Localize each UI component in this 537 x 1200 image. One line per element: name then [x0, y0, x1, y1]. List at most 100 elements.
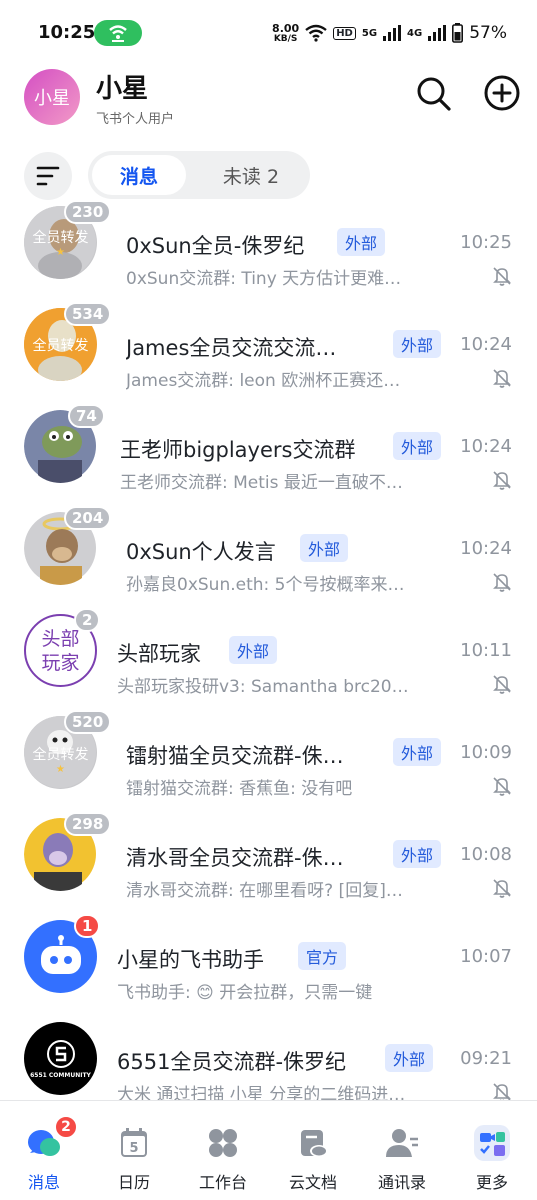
external-tag: 外部: [300, 534, 349, 562]
nav-unread-badge: 2: [54, 1115, 78, 1139]
star-icon: ★: [56, 764, 65, 775]
external-tag: 外部: [393, 840, 442, 868]
chat-preview: James交流群: leon 欧洲杯正赛还…: [126, 371, 401, 391]
user-avatar[interactable]: 小星: [24, 69, 80, 125]
chat-preview: 孙嘉良0xSun.eth: 5个号按概率来…: [126, 575, 405, 595]
mute-bell-icon: [493, 471, 511, 490]
external-tag: 外部: [393, 432, 442, 460]
chat-title: 0xSun全员-侏罗纪: [126, 234, 305, 258]
nav-label: 工作台: [198, 1173, 247, 1192]
chat-row[interactable]: 6551 COMMUNITY 6551全员交流群-侏罗纪 外部 09:21 大米…: [0, 1008, 537, 1104]
avatar-label: 头部玩家: [41, 627, 80, 674]
unread-count-badge: 230: [64, 200, 112, 224]
avatar-label: 全员转发: [32, 230, 89, 246]
unread-count-badge: 2: [74, 608, 101, 632]
chat-time: 10:11: [460, 640, 512, 661]
external-tag: 外部: [229, 636, 278, 664]
search-icon[interactable]: [414, 74, 452, 112]
chat-title: 镭射猫全员交流群-侏…: [126, 744, 344, 768]
unread-count-badge: 520: [64, 710, 112, 734]
tab-messages[interactable]: 消息: [92, 155, 186, 195]
nav-label: 更多: [475, 1173, 508, 1192]
star-icon: ★: [56, 247, 65, 258]
nav-messages[interactable]: 2 消息: [4, 1115, 84, 1193]
chat-time: 09:21: [460, 1048, 512, 1069]
unread-count-badge: 298: [64, 812, 112, 836]
chat-preview: 飞书助手: 😊 开会拉群，只需一键: [117, 983, 373, 1003]
nav-label: 消息: [27, 1173, 60, 1192]
signal-bars-icon: [428, 25, 447, 41]
chat-preview: 王老师交流群: Metis 最近一直破不…: [120, 473, 403, 493]
status-bar: 10:25 8.00 KB/S HD 5G 4G 57%: [0, 0, 537, 64]
avatar-label: 6551 COMMUNITY: [30, 1071, 91, 1079]
group-avatar: 6551 COMMUNITY: [24, 1022, 97, 1095]
chat-title: 王老师bigplayers交流群: [120, 438, 356, 462]
signal-4g-label: 4G: [407, 27, 423, 39]
chat-time: 10:07: [460, 946, 512, 967]
chat-row[interactable]: 头部玩家 2 头部玩家 外部 10:11 头部玩家投研v3: Samantha …: [0, 600, 537, 702]
nav-contacts[interactable]: 通讯录: [362, 1125, 442, 1193]
mute-bell-icon: [493, 879, 511, 898]
chat-time: 10:25: [460, 232, 512, 253]
external-tag: 外部: [337, 228, 386, 256]
add-icon[interactable]: [483, 74, 521, 112]
chat-row[interactable]: 全员转发 ★ 520 镭射猫全员交流群-侏… 外部 10:09 镭射猫交流群: …: [0, 702, 537, 804]
calendar-day: 5: [129, 1141, 138, 1156]
chat-row[interactable]: 1 小星的飞书助手 官方 10:07 飞书助手: 😊 开会拉群，只需一键: [0, 906, 537, 1008]
chat-row[interactable]: 全员转发 534 James全员交流交流… 外部 10:24 James交流群:…: [0, 294, 537, 396]
user-subtitle: 飞书个人用户: [96, 112, 175, 127]
nav-workplace[interactable]: 工作台: [183, 1125, 263, 1193]
chat-title: 0xSun个人发言: [126, 540, 276, 564]
wifi-icon: [305, 24, 327, 42]
chat-preview: 头部玩家投研v3: Samantha brc20…: [117, 677, 409, 697]
signal-bars-icon: [383, 25, 402, 41]
chat-list: 全员转发 ★ 230 0xSun全员-侏罗纪 外部 10:25 0xSun交流群…: [0, 192, 537, 1104]
chat-title: 小星的飞书助手: [117, 948, 264, 972]
unread-count-badge: 204: [64, 506, 112, 530]
battery-percent: 57%: [469, 23, 507, 43]
app-header: 小星 小星 飞书个人用户: [0, 64, 537, 144]
calendar-icon: 5: [121, 1128, 147, 1157]
net-speed: 8.00 KB/S: [272, 21, 300, 44]
external-tag: 外部: [393, 330, 442, 358]
chat-preview: 0xSun交流群: Tiny 天方估计更难…: [126, 269, 402, 289]
chat-title: 头部玩家: [117, 642, 201, 666]
wifi-call-icon: [109, 25, 127, 42]
mute-bell-icon: [493, 777, 511, 796]
bottom-nav: 2 消息 5 日历 工作台 云文档 通讯录 更多: [0, 1100, 537, 1200]
chat-row[interactable]: 74 王老师bigplayers交流群 外部 10:24 王老师交流群: Met…: [0, 396, 537, 498]
unread-count-badge: 534: [64, 302, 112, 326]
more-apps-icon: [480, 1132, 505, 1156]
nav-calendar[interactable]: 5 日历: [94, 1125, 174, 1193]
user-name[interactable]: 小星: [96, 68, 148, 105]
external-tag: 外部: [393, 738, 442, 766]
apps-grid-icon: [209, 1129, 237, 1157]
nav-docs[interactable]: 云文档: [273, 1125, 353, 1193]
official-tag: 官方: [298, 942, 347, 970]
signal-5g-label: 5G: [361, 27, 378, 39]
ongoing-call-pill[interactable]: [94, 20, 142, 46]
avatar-label: 全员转发: [32, 747, 89, 763]
menu-icon: [36, 166, 60, 186]
chat-row[interactable]: 204 0xSun个人发言 外部 10:24 孙嘉良0xSun.eth: 5个号…: [0, 498, 537, 600]
chat-time: 10:24: [460, 334, 512, 355]
unread-count-badge: 74: [68, 404, 105, 428]
tab-unread[interactable]: 未读 2: [198, 155, 304, 195]
battery-icon: [452, 23, 464, 43]
hd-icon: HD: [333, 26, 356, 40]
robot-icon: [40, 934, 81, 974]
chat-row[interactable]: 298 清水哥全员交流群-侏… 外部 10:08 清水哥交流群: 在哪里看呀? …: [0, 804, 537, 906]
nav-more[interactable]: 更多: [452, 1125, 532, 1193]
community-logo-icon: [46, 1039, 75, 1068]
chat-row[interactable]: 全员转发 ★ 230 0xSun全员-侏罗纪 外部 10:25 0xSun交流群…: [0, 192, 537, 294]
nav-label: 通讯录: [377, 1173, 426, 1192]
unread-count-badge: 1: [74, 914, 101, 938]
contacts-icon: [386, 1129, 418, 1157]
mute-bell-icon: [493, 369, 511, 388]
nav-label: 云文档: [288, 1173, 337, 1192]
chat-time: 10:24: [460, 436, 512, 457]
mute-bell-icon: [493, 267, 511, 286]
status-time: 10:25: [38, 22, 96, 43]
chat-title: 6551全员交流群-侏罗纪: [117, 1050, 347, 1074]
chat-time: 10:08: [460, 844, 512, 865]
